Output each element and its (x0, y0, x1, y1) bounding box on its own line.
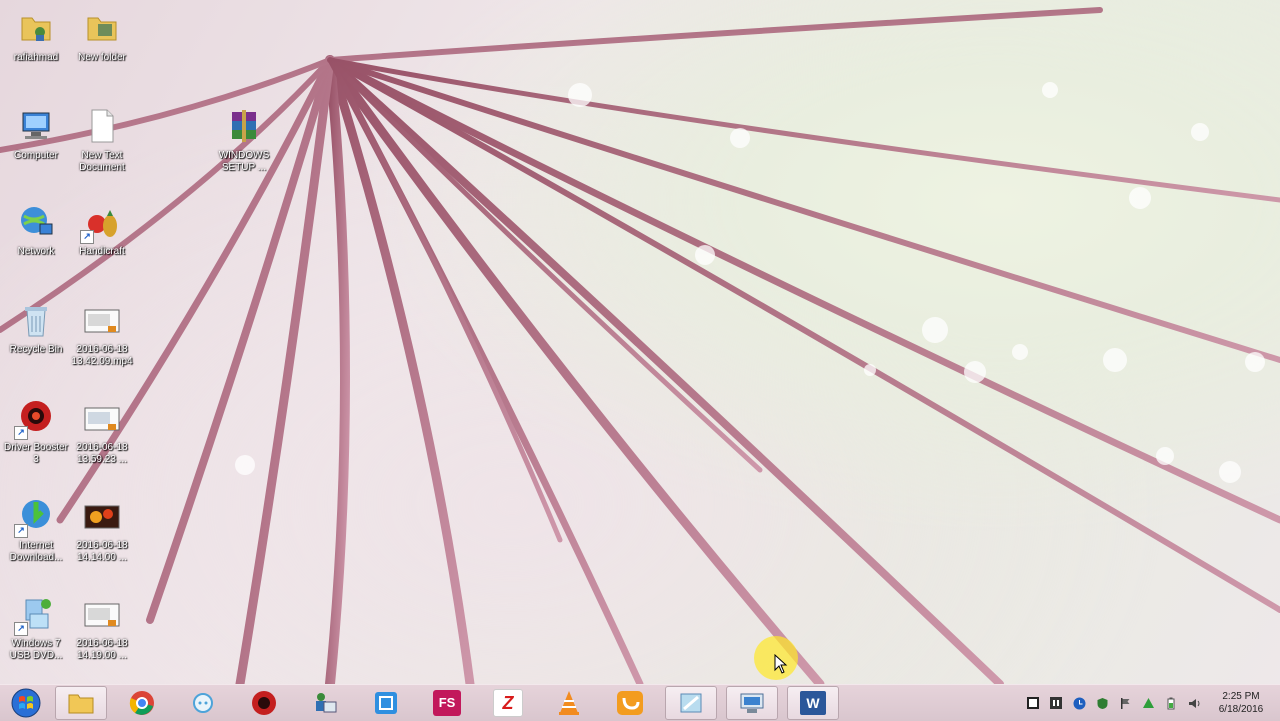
vlc-icon (559, 691, 579, 715)
start-button[interactable] (6, 686, 46, 720)
file-explorer-icon (68, 694, 94, 714)
desktop-shortcut-idm[interactable]: ↗ Internet Download... (0, 492, 72, 582)
pause-icon[interactable] (1049, 696, 1063, 710)
network-window-icon (740, 693, 764, 713)
desktop-icon-label: 2016-06-18 13.59.23 ... (76, 442, 128, 465)
stop-icon[interactable] (1026, 696, 1040, 710)
desktop-icon-label: Recycle Bin (9, 344, 63, 355)
mouse-pointer-icon (774, 654, 788, 674)
desktop-shortcut-folder[interactable]: New folder (66, 4, 138, 94)
clock-date: 6/18/2016 (1218, 704, 1264, 715)
taskbar-driver-booster[interactable] (238, 686, 290, 720)
user-tool-icon (316, 693, 337, 713)
window-app-icon (680, 693, 702, 713)
desktop-shortcut-computer[interactable]: Computer (0, 102, 72, 192)
taskbar-zapya[interactable]: Z (482, 686, 534, 720)
screenshot-tool-icon (375, 692, 397, 714)
taskbar-fs-app[interactable]: FS (421, 686, 473, 720)
desktop-shortcut-folder[interactable]: rafiahmad (0, 4, 72, 94)
shield-icon[interactable] (1095, 696, 1109, 710)
windows7-usb-tool-icon: ↗ (14, 594, 56, 636)
screenshot-file-icon (82, 398, 122, 438)
desktop-icon-label: Network (17, 246, 55, 257)
screenshot-file-icon (82, 594, 122, 634)
volume-icon[interactable] (1187, 696, 1201, 710)
desktop-shortcut-recording[interactable]: 2016-06-18 13.42.09.mp4 (66, 296, 138, 386)
desktop-icon-label: New Text Document (79, 150, 125, 173)
taskbar-window-app[interactable] (665, 686, 717, 720)
desktop-icon-label: 2016-06-18 13.42.09.mp4 (71, 344, 133, 367)
zapya-icon: Z (493, 689, 523, 717)
taskbar-network-window[interactable] (726, 686, 778, 720)
network-icon (16, 202, 56, 242)
windows-orb-icon (11, 688, 41, 718)
desktop-shortcut-usb-tool[interactable]: ↗ Windows 7 USB DVD... (0, 590, 72, 680)
desktop-shortcut-recording[interactable]: 2016-06-18 14.19.00 ... (66, 590, 138, 680)
chrome-icon (129, 691, 154, 715)
winrar-archive-icon (224, 106, 264, 146)
desktop-shortcut-recycle-bin[interactable]: Recycle Bin (0, 296, 72, 386)
taskbar-screenshot-tool[interactable] (360, 686, 412, 720)
recycle-bin-icon (16, 300, 56, 340)
desktop-shortcut-text-document[interactable]: New Text Document (66, 102, 138, 192)
arrow-up-icon[interactable] (1141, 696, 1155, 710)
shortcut-arrow-icon: ↗ (14, 622, 28, 636)
desktop-icon-label: Driver Booster 3 (4, 442, 68, 465)
system-tray: 2:25 PM 6/18/2016 (1026, 685, 1280, 721)
desktop-wallpaper (0, 7, 1280, 684)
taskbar-chrome[interactable] (116, 686, 168, 720)
taskbar-file-explorer[interactable] (55, 686, 107, 720)
desktop-shortcut-winrar[interactable]: WINDOWS SETUP ... (208, 102, 280, 192)
desktop-shortcut-handicraft[interactable]: ↗ Handicraft (66, 198, 138, 288)
desktop-icon-label: 2016-06-18 14.14.00 ... (76, 540, 128, 563)
taskbar-word[interactable]: W (787, 686, 839, 720)
desktop-icon-label: WINDOWS SETUP ... (218, 150, 270, 173)
word-icon: W (800, 691, 826, 715)
driver-booster-icon (252, 691, 276, 715)
taskbar-user-tool[interactable] (299, 686, 351, 720)
handicraft-icon: ↗ (80, 202, 122, 244)
clock-app-icon[interactable] (1072, 696, 1086, 710)
text-document-icon (82, 106, 122, 146)
uc-browser-icon (617, 691, 643, 715)
desktop-icon-label: Computer (14, 150, 58, 161)
desktop-shortcut-driver-booster[interactable]: ↗ Driver Booster 3 (0, 394, 72, 484)
desktop-icon-label: New folder (78, 52, 126, 63)
driver-booster-icon: ↗ (14, 398, 56, 440)
taskbar-uc-browser[interactable] (604, 686, 656, 720)
desktop-shortcut-network[interactable]: Network (0, 198, 72, 288)
desktop-icon-label: Windows 7 USB DVD... (9, 638, 63, 661)
shortcut-arrow-icon: ↗ (14, 426, 28, 440)
system-clock[interactable]: 2:25 PM 6/18/2016 (1210, 690, 1272, 716)
flag-icon[interactable] (1118, 696, 1132, 710)
taskbar-vlc[interactable] (543, 686, 595, 720)
app-circle-icon (193, 693, 213, 713)
desktop-shortcut-video[interactable]: 2016-06-18 14.14.00 ... (66, 492, 138, 582)
desktop-shortcut-recording[interactable]: 2016-06-18 13.59.23 ... (66, 394, 138, 484)
shortcut-arrow-icon: ↗ (14, 524, 28, 538)
internet-download-manager-icon: ↗ (14, 496, 56, 538)
screenshot-file-icon (82, 300, 122, 340)
folder-icon (82, 8, 122, 48)
desktop-icon-label: Internet Download... (9, 540, 63, 563)
folder-icon (16, 8, 56, 48)
clock-time: 2:25 PM (1222, 691, 1260, 702)
taskbar: FS Z W 2:25 PM 6/18/2016 (0, 684, 1280, 721)
video-file-icon (82, 496, 122, 536)
desktop-icon-label: Handicraft (79, 246, 125, 257)
battery-icon[interactable] (1164, 696, 1178, 710)
desktop-icon-label: rafiahmad (13, 52, 59, 63)
desktop-icon-label: 2016-06-18 14.19.00 ... (76, 638, 128, 661)
fs-app-icon: FS (433, 690, 461, 716)
taskbar-app-circle[interactable] (177, 686, 229, 720)
shortcut-arrow-icon: ↗ (80, 230, 94, 244)
computer-icon (16, 106, 56, 146)
